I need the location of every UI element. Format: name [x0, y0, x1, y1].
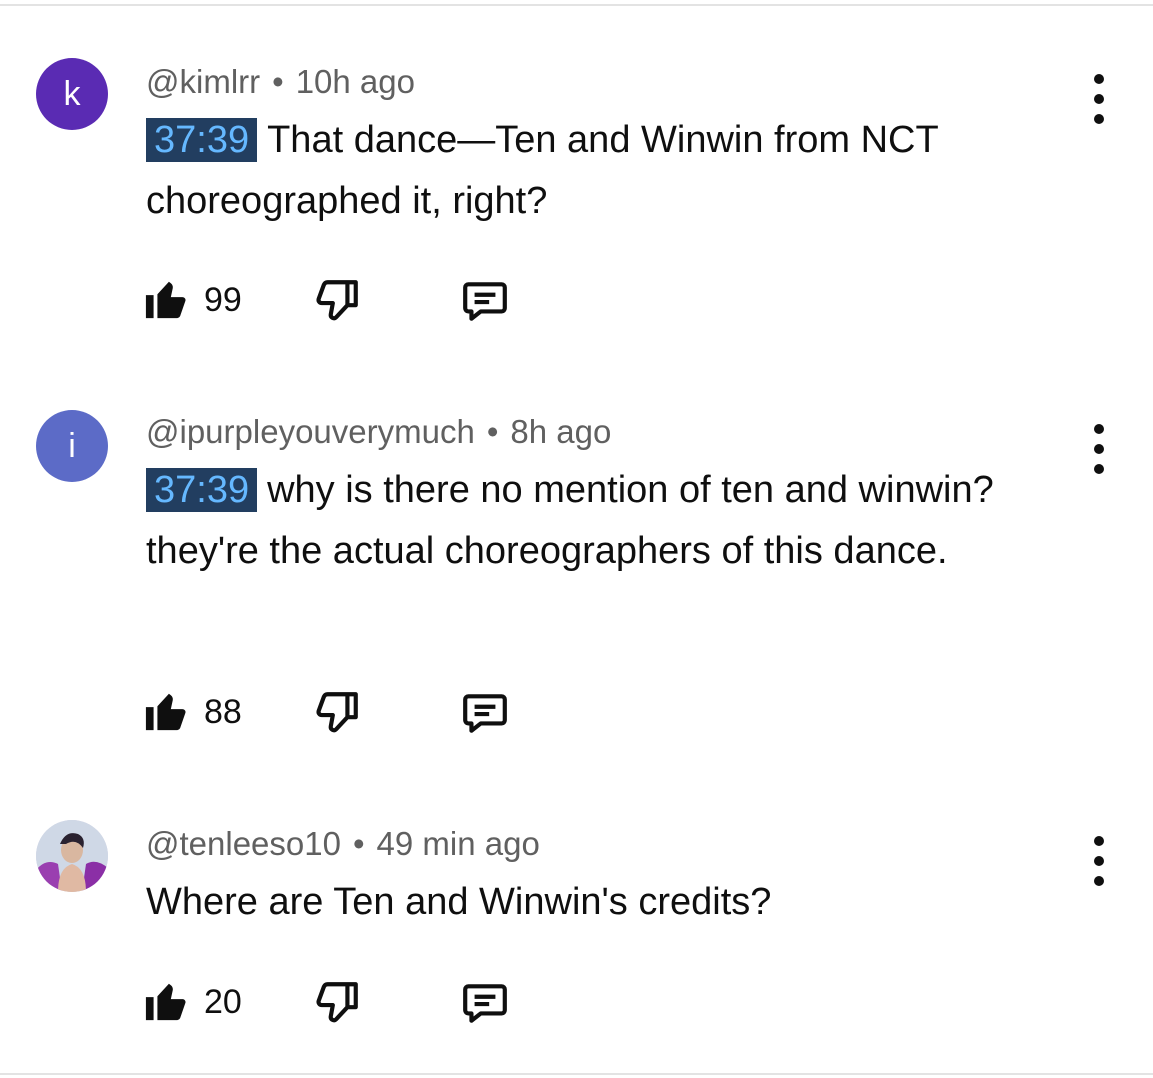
comment-meta: @kimlrr • 10h ago	[146, 62, 1076, 102]
comment-text: 37:39 why is there no mention of ten and …	[146, 460, 1076, 582]
like-count: 20	[204, 983, 242, 1021]
avatar[interactable]: k	[36, 58, 108, 130]
more-vert-icon[interactable]	[1085, 836, 1113, 886]
more-vert-icon[interactable]	[1085, 74, 1113, 124]
meta-separator: •	[352, 825, 365, 862]
top-divider	[0, 4, 1153, 6]
comment-text: 37:39 That dance—Ten and Winwin from NCT …	[146, 110, 1076, 232]
reply-icon[interactable]	[458, 978, 512, 1028]
comment-actions: 88	[144, 688, 544, 738]
meta-separator: •	[486, 413, 499, 450]
author-handle[interactable]: @tenleeso10	[146, 825, 341, 862]
author-handle[interactable]: @kimlrr	[146, 63, 260, 100]
comment-actions: 20	[144, 978, 544, 1028]
comment-time[interactable]: 8h ago	[510, 413, 611, 450]
comment-actions: 99	[144, 276, 544, 326]
reply-icon[interactable]	[458, 276, 512, 326]
comment-meta: @ipurpleyouverymuch • 8h ago	[146, 412, 1076, 452]
more-vert-icon[interactable]	[1085, 424, 1113, 474]
meta-separator: •	[272, 63, 284, 100]
comment-body: That dance—Ten and Winwin from NCT chore…	[146, 119, 938, 222]
like-count: 88	[204, 693, 242, 731]
thumbs-up-icon[interactable]	[144, 276, 190, 322]
thumbs-up-icon[interactable]	[144, 978, 190, 1024]
comment-text: Where are Ten and Winwin's credits?	[146, 872, 1076, 933]
thumbs-down-icon[interactable]	[312, 276, 362, 326]
comment-time[interactable]: 49 min ago	[377, 825, 540, 862]
avatar-letter: i	[68, 426, 76, 465]
thumbs-down-icon[interactable]	[312, 688, 362, 738]
avatar-letter: k	[63, 74, 81, 113]
thumbs-up-icon[interactable]	[144, 688, 190, 734]
avatar[interactable]	[36, 820, 108, 892]
timestamp-link[interactable]: 37:39	[146, 118, 258, 162]
comment-body: why is there no mention of ten and winwi…	[146, 469, 994, 572]
like-count: 99	[204, 281, 242, 319]
comment-meta: @tenleeso10 • 49 min ago	[146, 824, 1076, 864]
author-handle[interactable]: @ipurpleyouverymuch	[146, 413, 475, 450]
avatar[interactable]: i	[36, 410, 108, 482]
thumbs-down-icon[interactable]	[312, 978, 362, 1028]
comment-body: Where are Ten and Winwin's credits?	[146, 881, 772, 923]
timestamp-link[interactable]: 37:39	[146, 468, 258, 512]
reply-icon[interactable]	[458, 688, 512, 738]
comment-time[interactable]: 10h ago	[296, 63, 415, 100]
bottom-divider	[0, 1073, 1153, 1075]
profile-photo	[36, 820, 108, 892]
